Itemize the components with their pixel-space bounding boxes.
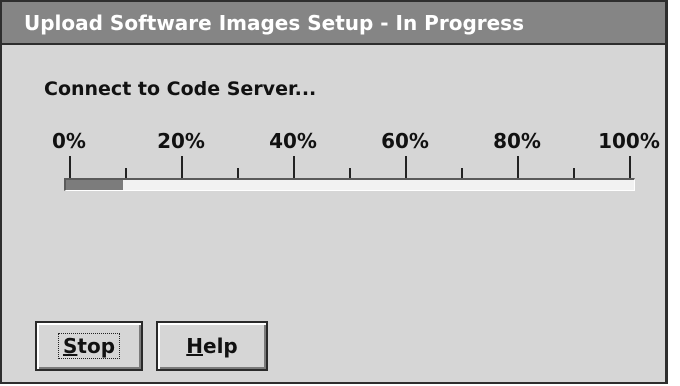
- scale-tick: [181, 156, 183, 178]
- scale-label-60: 60%: [381, 129, 429, 153]
- title-bar[interactable]: Upload Software Images Setup - In Progre…: [2, 2, 665, 45]
- scale-label-0: 0%: [52, 129, 86, 153]
- progress-bar: [64, 178, 635, 191]
- scale-tick: [69, 156, 71, 178]
- stop-button-label: Stop: [57, 333, 121, 359]
- help-button-label: Help: [186, 334, 238, 358]
- help-button[interactable]: Help: [156, 321, 268, 371]
- scale-tick: [629, 156, 631, 178]
- scale-tick: [405, 156, 407, 178]
- scale-tick: [573, 168, 575, 178]
- progress-bar-fill: [66, 180, 123, 190]
- window-title: Upload Software Images Setup - In Progre…: [24, 11, 524, 35]
- scale-label-80: 80%: [493, 129, 541, 153]
- status-message: Connect to Code Server...: [44, 78, 317, 100]
- scale-tick: [237, 168, 239, 178]
- stop-button[interactable]: Stop: [35, 321, 143, 371]
- scale-label-20: 20%: [157, 129, 205, 153]
- scale-tick: [125, 168, 127, 178]
- scale-tick: [461, 168, 463, 178]
- scale-label-40: 40%: [269, 129, 317, 153]
- progress-dialog: Upload Software Images Setup - In Progre…: [0, 0, 668, 384]
- scale-tick: [349, 168, 351, 178]
- scale-label-100: 100%: [598, 129, 660, 153]
- scale-tick: [517, 156, 519, 178]
- scale-tick: [293, 156, 295, 178]
